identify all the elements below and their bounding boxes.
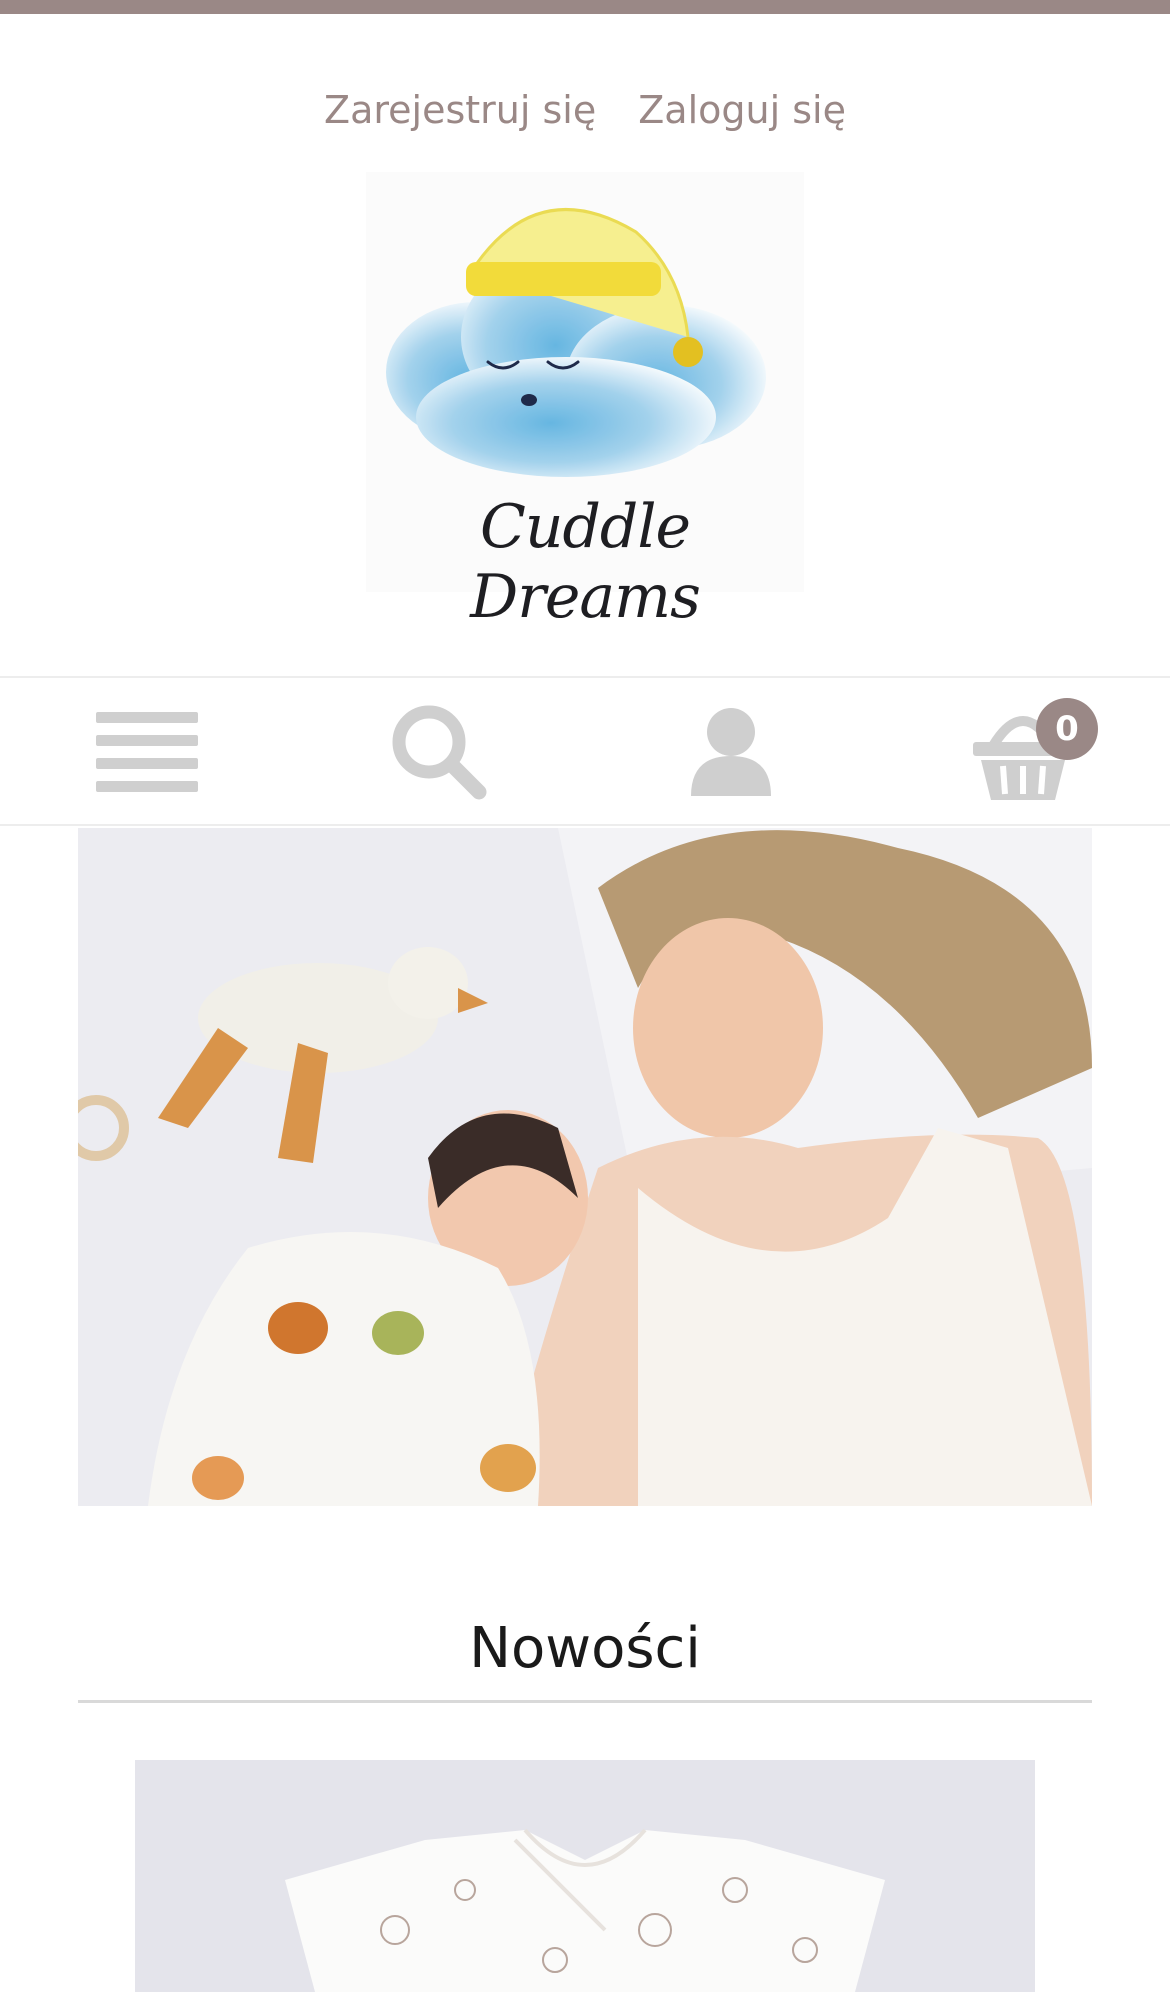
register-link[interactable]: Zarejestruj się [324,84,596,136]
baby-bodysuit-photo [135,1760,1035,1992]
page: Zarejestruj się Zaloguj się Cuddle Dream… [0,0,1170,1992]
menu-icon [96,712,198,792]
logo-wordmark: Cuddle Dreams [470,492,701,632]
hero-banner-image[interactable] [78,828,1092,1506]
product-card-image[interactable] [135,1760,1035,1992]
mobile-navbar: 0 [0,676,1170,826]
account-button[interactable] [666,696,796,808]
auth-links: Zarejestruj się Zaloguj się [0,84,1170,136]
menu-button[interactable] [82,696,212,808]
user-icon [691,708,771,796]
logo[interactable]: Cuddle Dreams [366,172,804,632]
section-title-new-arrivals: Nowości [469,1616,701,1681]
cart-button[interactable]: 0 [958,696,1098,808]
login-link[interactable]: Zaloguj się [638,84,846,136]
top-accent-strip [0,0,1170,14]
section-divider [78,1700,1092,1703]
mother-and-baby-photo [78,828,1092,1506]
cart-count-badge: 0 [1036,698,1098,760]
search-button[interactable] [374,696,504,808]
search-icon [392,705,487,800]
